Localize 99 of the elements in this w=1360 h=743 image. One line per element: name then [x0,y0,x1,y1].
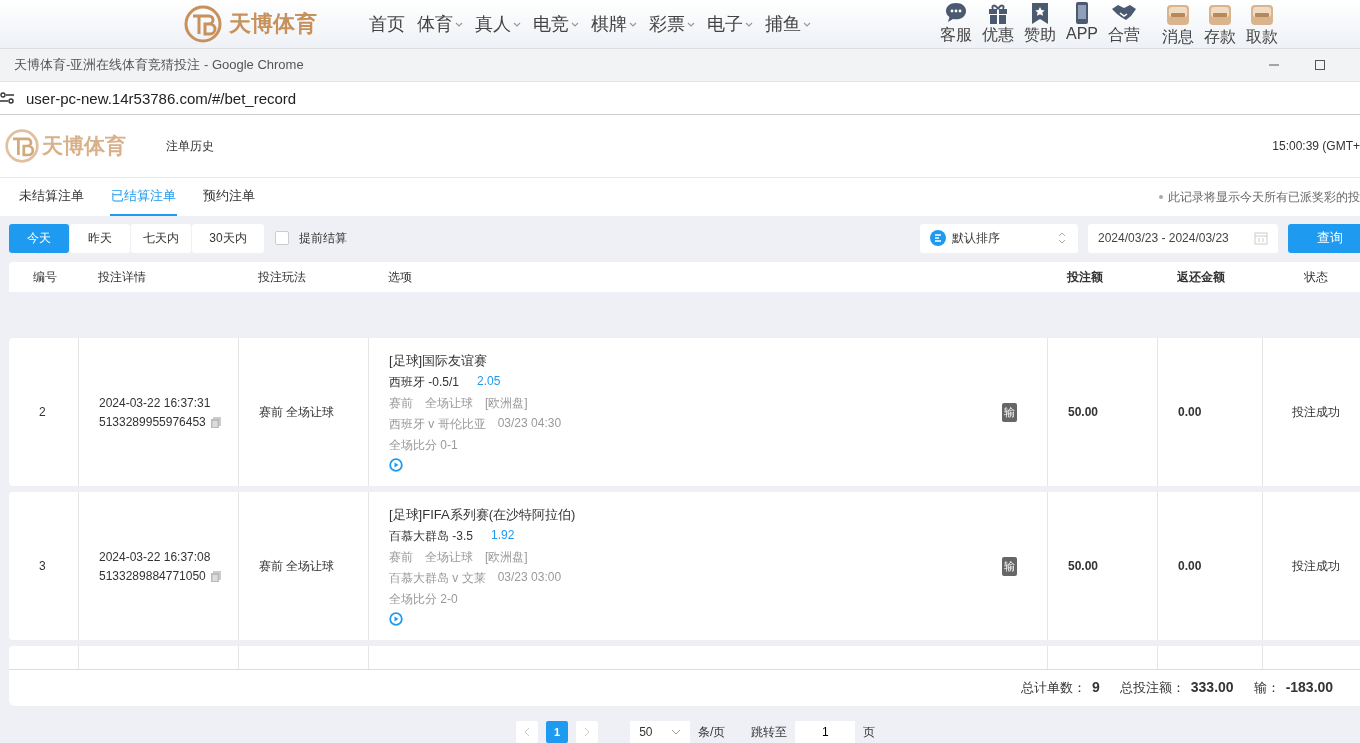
play-icon[interactable] [389,458,403,472]
sort-select[interactable]: 默认排序 [920,223,1078,253]
bullet-icon [1159,195,1163,199]
nav-link[interactable]: 电子 [707,12,753,36]
nav-link[interactable]: 真人 [475,12,521,36]
page-size-unit: 条/页 [698,723,726,741]
table-cell: 投注成功 [1292,557,1340,575]
chevron-down-icon [670,729,681,735]
logo-icon [4,128,40,164]
market-text: 赛前 [389,549,413,566]
table-cell: 赛前 全场让球 [259,557,335,575]
score-text: 全场比分 2-0 [389,591,458,608]
nav-link[interactable]: 首页 [369,12,405,36]
address-bar[interactable]: user-pc-new.14r53786.com/#/bet_record [26,89,297,107]
league-name: [足球]国际友谊赛 [389,352,489,370]
summary-label: 总投注额： [1119,679,1185,697]
pick-text: 百慕大群岛 -3.5 [389,528,473,545]
summary-value: 333.00 [1190,679,1234,697]
maximize-icon[interactable] [1314,59,1326,71]
nav-link[interactable]: 彩票 [649,12,695,36]
updown-icon [1058,232,1066,244]
market-text: 全场让球 [425,549,473,566]
score-text: 全场比分 0-1 [389,437,458,454]
shortcut-link[interactable]: 优惠 [981,0,1015,48]
shortcut-link[interactable]: 赞助 [1023,0,1057,48]
shortcut-link[interactable]: 存款 [1203,0,1237,48]
shortcut-link[interactable]: 客服 [939,0,973,48]
play-icon[interactable] [389,612,403,626]
shortcut-link[interactable]: 消息 [1161,0,1195,48]
result-badge: 输 [1002,556,1017,576]
tab[interactable]: 预约注单 [202,178,256,216]
table-cell: 2 [39,405,46,419]
window-title: 天博体育-亚洲在线体育竞猜投注 - Google Chrome [14,56,304,74]
market-text: 全场让球 [425,395,473,412]
jump-input[interactable]: 1 [795,721,856,743]
order-id: 5133289884771050 [99,568,206,583]
range-button[interactable]: 30天内 [192,223,264,253]
table-cell: 赛前 全场让球 [259,403,335,421]
range-button[interactable]: 昨天 [70,223,130,253]
nav-link[interactable]: 体育 [417,12,463,36]
summary-value: 9 [1092,679,1100,697]
date-range-field[interactable]: 2024/03/23 - 2024/03/23 [1088,223,1278,253]
kickoff-text: 03/23 04:30 [497,416,562,432]
page-size-select[interactable]: 50 [630,721,690,743]
summary-label: 总计单数： [1021,679,1086,697]
table-cell: 3 [39,559,46,573]
market-text: 赛前 [389,395,413,412]
page-suffix: 页 [863,723,876,741]
nav-link[interactable]: 捕鱼 [765,12,811,36]
table-cell: 投注成功 [1292,403,1340,421]
column-header: 状态 [1303,268,1329,286]
order-id: 5133289955976453 [99,414,206,429]
odds-text: 2.05 [477,374,501,390]
chevron-right-icon [583,727,591,737]
column-header: 投注额 [1066,268,1104,286]
sort-icon [930,230,946,246]
table-cell: 0.00 [1178,559,1202,573]
tab[interactable]: 未结算注单 [18,178,85,216]
summary-label: 输： [1253,679,1280,697]
bet-time: 2024-03-22 16:37:31 [99,395,211,410]
odds-text: 1.92 [491,528,515,544]
shortcut-link[interactable]: 合营 [1107,0,1141,48]
copy-icon[interactable] [209,569,222,582]
match-text: 百慕大群岛 v 文莱 [389,570,486,587]
range-button[interactable]: 七天内 [131,223,191,253]
pick-text: 西班牙 -0.5/1 [389,374,460,391]
result-badge: 输 [1002,402,1017,422]
market-text: [欧洲盘] [485,549,528,566]
summary-value: -183.00 [1285,679,1334,697]
bet-time: 2024-03-22 16:37:08 [99,549,211,564]
site-settings-icon[interactable] [0,91,14,105]
jump-label: 跳转至 [751,723,788,741]
chat-icon [944,0,968,25]
calendar-icon [1254,231,1268,245]
column-header: 编号 [32,268,58,286]
nav-link[interactable]: 棋牌 [591,12,637,36]
shortcut-link[interactable]: APP [1065,0,1099,48]
logo-icon [183,4,223,44]
market-text: [欧洲盘] [485,395,528,412]
brand-name: 天博体育 [42,133,126,159]
page-title: 注单历史 [166,137,214,155]
kickoff-text: 03/23 03:00 [497,570,562,586]
chevron-left-icon [523,727,531,737]
notice-text: 此记录将显示今天所有已派奖彩的投 [1168,188,1360,206]
column-header: 投注玩法 [257,268,307,286]
match-text: 西班牙 v 哥伦比亚 [389,416,486,433]
checkbox[interactable] [275,231,289,245]
checkbox-label: 提前结算 [299,229,347,247]
table-cell: 50.00 [1068,405,1099,419]
clock-text: 15:00:39 (GMT+ [1272,139,1360,153]
copy-icon[interactable] [209,415,222,428]
column-header: 投注详情 [97,268,147,286]
shortcut-link[interactable]: 取款 [1245,0,1279,48]
table-cell: 50.00 [1068,559,1099,573]
nav-link[interactable]: 电竞 [533,12,579,36]
league-name: [足球]FIFA系列赛(在沙特阿拉伯) [389,506,576,524]
column-header: 选项 [387,268,413,286]
column-header: 返还金额 [1176,268,1226,286]
table-cell: 0.00 [1178,405,1202,419]
